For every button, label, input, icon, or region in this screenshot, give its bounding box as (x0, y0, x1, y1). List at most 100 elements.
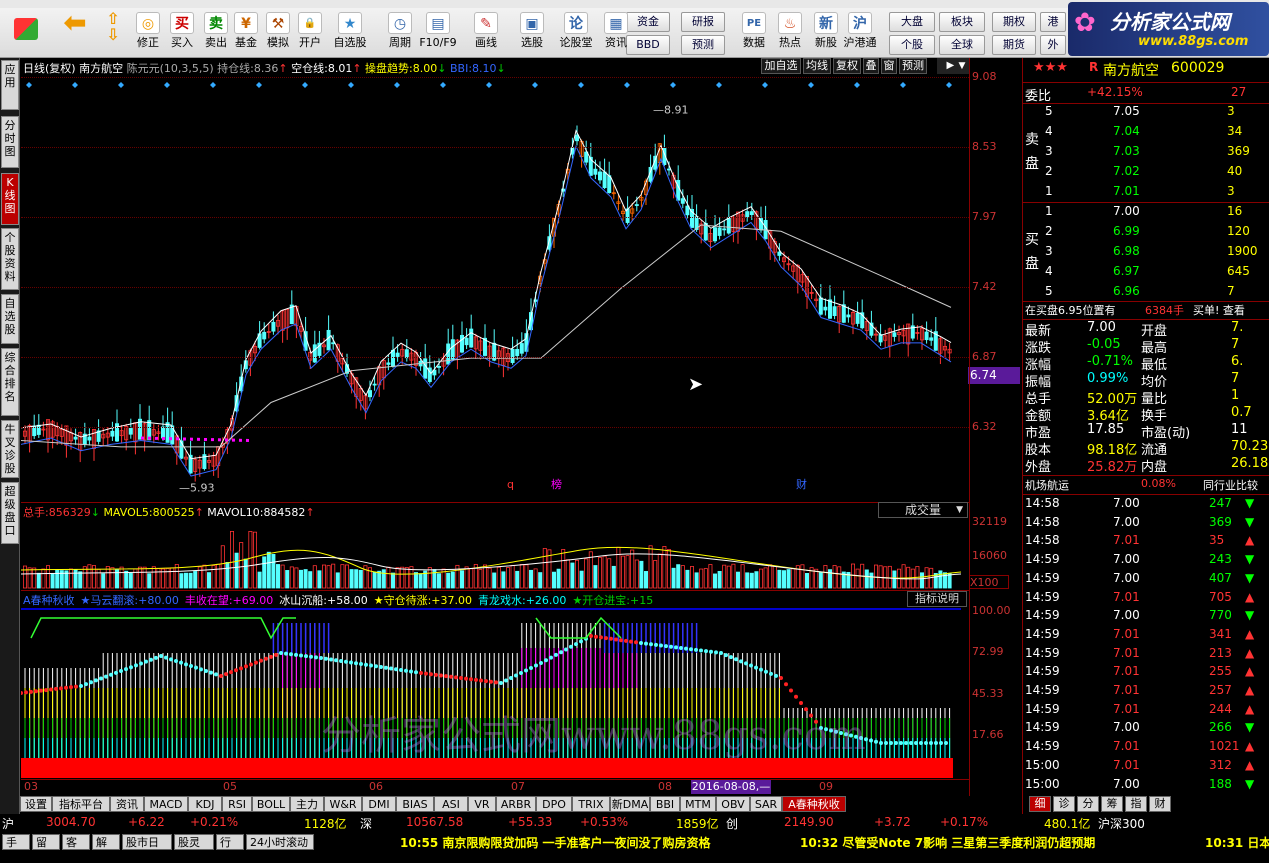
volume-chart[interactable] (21, 520, 969, 590)
indicator-tab[interactable]: VR (468, 796, 496, 812)
chart-tool-button[interactable]: 均线 (803, 58, 831, 74)
news-ticker-2[interactable]: 10:32 尽管受Note 7影响 三星第三季度利润仍超预期 (800, 834, 1095, 851)
toolbar-star-button[interactable]: ★ 自选股 (330, 10, 370, 56)
toolbar-screen-button[interactable]: ▣ 选股 (512, 10, 552, 56)
indicator-tab[interactable]: DMI (362, 796, 396, 812)
status-shortcut-button[interactable]: 股市日记 (122, 834, 172, 863)
toolbar-clock-button[interactable]: ◷ 周期 (380, 10, 420, 56)
updown-button[interactable]: ⇧ ⇩ (100, 10, 126, 56)
indicator-tab[interactable]: 指标平台 (52, 796, 110, 812)
news-ticker-3[interactable]: 10:31 日本 (1205, 834, 1269, 851)
toolbar-pe-button[interactable]: PE 数据 (734, 10, 774, 56)
toolbar-refresh-button[interactable]: ◎ 修正 (132, 10, 164, 56)
global-dropdown[interactable]: 全球 (939, 35, 985, 55)
status-shortcut-button[interactable]: 24小时滚动 (246, 834, 314, 850)
market-dropdown[interactable]: 大盘 (889, 12, 935, 32)
volume-dropdown[interactable]: 成交量 ▼ (878, 502, 968, 518)
indicator-tab[interactable]: KDJ (188, 796, 222, 812)
indicator-tab[interactable]: TRIX (572, 796, 610, 812)
side-tab[interactable]: 个股资料 (1, 228, 19, 290)
quote-tab[interactable]: 分 (1077, 796, 1099, 812)
indicator-tab[interactable]: 资讯 (110, 796, 144, 812)
chart-tool-button[interactable]: 叠 (863, 58, 879, 74)
event-marker[interactable]: 财 (796, 477, 807, 491)
ask-row[interactable]: 3 7.03 369 (1023, 144, 1269, 162)
forex-button[interactable]: 外 (1040, 35, 1066, 55)
indicator-tab[interactable]: A春种秋收 (782, 796, 846, 812)
quote-tab[interactable]: 指 (1125, 796, 1147, 812)
toolbar-fire-button[interactable]: ♨ 热点 (770, 10, 810, 56)
indicator-tab[interactable]: 新DMA (610, 796, 650, 812)
indicator-tab[interactable]: BBI (650, 796, 680, 812)
stock-dropdown[interactable]: 个股 (889, 35, 935, 55)
side-tab[interactable]: 分时图 (1, 116, 19, 168)
side-tab[interactable]: 综合排名 (1, 348, 19, 416)
toolbar-forum-button[interactable]: 论论股堂 (556, 10, 596, 56)
toolbar-hkconnect-button[interactable]: 沪沪港通 (840, 10, 880, 56)
side-tab[interactable]: 自选股 (1, 294, 19, 344)
futures-button[interactable]: 期货 (992, 35, 1036, 55)
toolbar-buy-button[interactable]: 买买入 (166, 10, 198, 56)
status-shortcut-button[interactable]: 股灵通 (174, 834, 214, 863)
indicator-tab[interactable]: BOLL (252, 796, 290, 812)
bid-row[interactable]: 2 6.99 120 (1023, 224, 1269, 242)
chart-tool-button[interactable]: 窗 (881, 58, 897, 74)
toolbar-lock-button[interactable]: 🔒 开户 (294, 10, 326, 56)
ask-row[interactable]: 2 7.02 40 (1023, 164, 1269, 182)
ask-row[interactable]: 5 7.05 3 (1023, 104, 1269, 122)
ask-row[interactable]: 4 7.04 34 (1023, 124, 1269, 142)
bid-row[interactable]: 1 7.00 16 (1023, 204, 1269, 222)
bid-row[interactable]: 3 6.98 1900 (1023, 244, 1269, 262)
research-button[interactable]: 研报 (681, 12, 725, 32)
status-shortcut-button[interactable]: 留言 (32, 834, 60, 863)
indicator-tab[interactable]: ASI (434, 796, 468, 812)
status-shortcut-button[interactable]: 行情 (216, 834, 244, 863)
status-shortcut-button[interactable]: 手机 (2, 834, 30, 863)
notice-link[interactable]: 买单! 查看 (1193, 302, 1245, 318)
event-marker[interactable]: q (507, 478, 514, 491)
indicator-help-button[interactable]: 指标说明 (907, 591, 967, 607)
indicator-tab[interactable]: BIAS (396, 796, 434, 812)
quote-tab[interactable]: 细 (1029, 796, 1051, 812)
industry-row[interactable]: 机场航运 0.08% 同行业比较 (1023, 477, 1269, 495)
indicator-tab[interactable]: SAR (750, 796, 782, 812)
event-marker[interactable]: 榜 (551, 477, 562, 491)
back-button[interactable]: ⬅ (58, 9, 92, 56)
side-tab[interactable]: 超级盘口 (1, 482, 19, 544)
chart-tool-button[interactable]: 预测 (899, 58, 927, 74)
chevron-down-icon[interactable]: ▼ (955, 58, 969, 74)
price-chart[interactable]: —8.91 —5.93 q 榜 财 (21, 76, 971, 500)
news-ticker-1[interactable]: 10:55 南京限购限贷加码 一手准客户一夜间没了购房资格 (400, 834, 711, 851)
options-button[interactable]: 期权 (992, 12, 1036, 32)
quote-tab[interactable]: 财 (1149, 796, 1171, 812)
chart-tool-button[interactable]: 复权 (833, 58, 861, 74)
toolbar-news-button[interactable]: ▦ 资讯 (596, 10, 636, 56)
chart-tool-button[interactable]: 加自选 (761, 58, 801, 74)
indicator-tab[interactable]: W&R (324, 796, 362, 812)
side-tab[interactable]: 应用 (1, 60, 19, 110)
status-shortcut-button[interactable]: 解盘 (92, 834, 120, 863)
side-tab[interactable]: K线图 (1, 173, 19, 225)
quote-tab[interactable]: 筹 (1101, 796, 1123, 812)
indicator-tab[interactable]: 设置 (20, 796, 52, 812)
indicator-tab[interactable]: RSI (222, 796, 252, 812)
layout-button[interactable] (8, 10, 44, 56)
indicator-tab[interactable]: DPO (536, 796, 572, 812)
ask-row[interactable]: 1 7.01 3 (1023, 184, 1269, 202)
status-shortcut-button[interactable]: 客服 (62, 834, 90, 863)
indicator-tab[interactable]: ARBR (496, 796, 536, 812)
toolbar-sell-button[interactable]: 卖卖出 (200, 10, 232, 56)
forecast-button[interactable]: 预测 (681, 35, 725, 55)
sector-dropdown[interactable]: 板块 (939, 12, 985, 32)
hk-button[interactable]: 港 (1040, 12, 1066, 32)
toolbar-f10-button[interactable]: ▤ F10/F9 (418, 10, 458, 56)
quote-tab[interactable]: 诊 (1053, 796, 1075, 812)
bid-row[interactable]: 5 6.96 7 (1023, 284, 1269, 302)
big-order-notice[interactable]: 在买盘6.95位置有 6384手 买单! 查看 (1023, 302, 1269, 320)
toolbar-fund-button[interactable]: ¥ 基金 (230, 10, 262, 56)
toolbar-pen-button[interactable]: ✎ 画线 (466, 10, 506, 56)
indicator-tab[interactable]: OBV (716, 796, 750, 812)
side-tab[interactable]: 牛叉诊股 (1, 420, 19, 478)
bid-row[interactable]: 4 6.97 645 (1023, 264, 1269, 282)
indicator-tab[interactable]: MACD (144, 796, 188, 812)
